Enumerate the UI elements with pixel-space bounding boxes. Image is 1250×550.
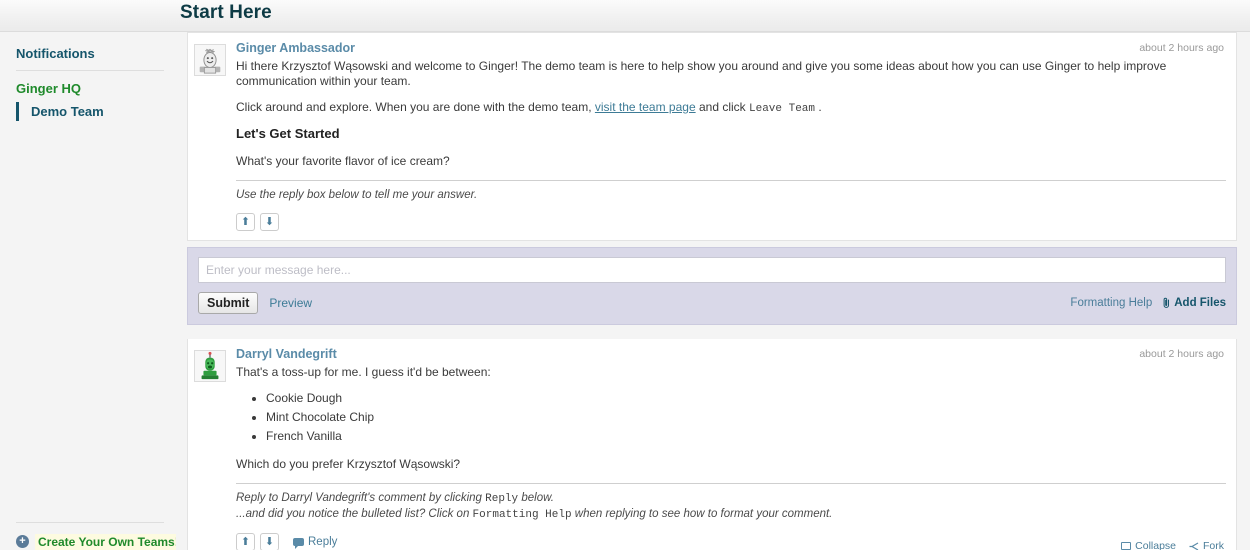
formatting-help-link[interactable]: Formatting Help	[1070, 297, 1152, 309]
arrow-up-icon[interactable]: ⬆	[236, 213, 255, 231]
sidebar-item-demo-team[interactable]: Demo Team	[16, 102, 176, 121]
composer-right-actions: Formatting Help Add Files	[1070, 297, 1226, 309]
arrow-down-icon[interactable]: ⬇	[260, 533, 279, 550]
post-divider	[236, 180, 1226, 181]
post-paragraph-2: Click around and explore. When you are d…	[236, 100, 1226, 117]
sidebar-divider	[16, 70, 164, 71]
post-author-link[interactable]: Darryl Vandegrift	[236, 347, 337, 361]
note-line1-pre: Reply to Darryl Vandegrift's comment by …	[236, 492, 482, 504]
top-header-bar: Start Here	[0, 0, 1250, 32]
sidebar-item-ginger-hq[interactable]: Ginger HQ	[0, 81, 176, 102]
main-content: about 2 hours ago Ginger Ambassador Hi t…	[176, 32, 1250, 550]
arrow-up-icon[interactable]: ⬆	[236, 533, 255, 550]
sidebar: Notifications Ginger HQ Demo Team + Crea…	[0, 32, 176, 550]
add-files-label: Add Files	[1174, 297, 1226, 309]
post-paragraph-1: Hi there Krzysztof Wąsowski and welcome …	[236, 59, 1167, 88]
note-line2-post: when replying to see how to format your …	[574, 508, 833, 520]
list-item: French Vanilla	[266, 427, 1226, 446]
reply-code: Reply	[485, 493, 519, 505]
message-input[interactable]	[198, 257, 1226, 283]
paragraph-2-post: .	[818, 100, 822, 114]
sidebar-item-notifications[interactable]: Notifications	[0, 46, 176, 70]
note-line1-post: below.	[521, 492, 554, 504]
ginger-ambassador-avatar[interactable]	[194, 44, 226, 76]
fork-button[interactable]: Fork	[1189, 540, 1224, 550]
paragraph-2-mid: and click	[698, 100, 746, 114]
flavor-list: Cookie Dough Mint Chocolate Chip French …	[236, 389, 1226, 446]
sidebar-footer-divider	[16, 522, 164, 523]
sidebar-footer: + Create Your Own Teams!	[0, 522, 176, 550]
note-line2-pre: ...and did you notice the bulleted list?…	[236, 508, 470, 520]
preview-link[interactable]: Preview	[269, 296, 312, 310]
post-author-link[interactable]: Ginger Ambassador	[236, 41, 355, 55]
post-ginger-ambassador: about 2 hours ago Ginger Ambassador Hi t…	[187, 32, 1237, 241]
create-your-own-teams-button[interactable]: + Create Your Own Teams!	[16, 533, 176, 550]
arrow-down-icon[interactable]: ⬇	[260, 213, 279, 231]
post-note: Reply to Darryl Vandegrift's comment by …	[236, 491, 1226, 523]
post-body: about 2 hours ago Darryl Vandegrift That…	[230, 347, 1226, 550]
post-question: Which do you prefer Krzysztof Wąsowski?	[236, 457, 461, 471]
plus-circle-icon: +	[16, 535, 29, 548]
avatar-cell	[194, 41, 230, 232]
post-darryl-vandegrift: about 2 hours ago Darryl Vandegrift That…	[187, 339, 1237, 550]
post-actions: ⬆ ⬇	[236, 212, 1226, 232]
formatting-help-code: Formatting Help	[472, 509, 572, 521]
post-right-actions: Collapse Fork	[1121, 540, 1224, 550]
reply-composer: Submit Preview Formatting Help Add Files	[187, 247, 1237, 325]
paragraph-2-pre: Click around and explore. When you are d…	[236, 100, 592, 114]
avatar-cell	[194, 347, 230, 550]
page-title: Start Here	[180, 2, 272, 23]
post-timestamp: about 2 hours ago	[1139, 42, 1224, 54]
post-actions: ⬆ ⬇ Reply Collapse Fork	[236, 532, 1226, 550]
submit-button[interactable]: Submit	[198, 292, 259, 314]
post-subheading: Let's Get Started	[236, 126, 340, 141]
sidebar-team-group: Ginger HQ Demo Team	[0, 81, 176, 121]
darryl-vandegrift-avatar[interactable]	[194, 350, 226, 382]
collapse-label: Collapse	[1135, 540, 1176, 550]
add-files-button[interactable]: Add Files	[1162, 297, 1226, 309]
post-timestamp: about 2 hours ago	[1139, 348, 1224, 360]
post-body: about 2 hours ago Ginger Ambassador Hi t…	[230, 41, 1226, 232]
collapse-button[interactable]: Collapse	[1121, 540, 1176, 550]
speech-bubble-icon	[293, 538, 304, 549]
composer-toolbar: Submit Preview Formatting Help Add Files	[198, 292, 1226, 314]
reply-button[interactable]: Reply	[293, 536, 338, 549]
leave-team-code: Leave Team	[749, 103, 816, 115]
reply-label: Reply	[308, 536, 338, 548]
visit-team-page-link[interactable]: visit the team page	[595, 100, 696, 114]
create-teams-label: Create Your Own Teams!	[35, 533, 176, 550]
paperclip-icon	[1163, 297, 1170, 308]
list-item: Mint Chocolate Chip	[266, 408, 1226, 427]
page-body: Notifications Ginger HQ Demo Team + Crea…	[0, 32, 1250, 550]
post-divider	[236, 483, 1226, 484]
list-item: Cookie Dough	[266, 389, 1226, 408]
monitor-icon	[1121, 542, 1132, 550]
fork-label: Fork	[1203, 540, 1224, 550]
fork-branch-icon	[1189, 541, 1199, 550]
post-question: What's your favorite flavor of ice cream…	[236, 154, 450, 168]
post-note: Use the reply box below to tell me your …	[236, 189, 478, 201]
post-paragraph-1: That's a toss-up for me. I guess it'd be…	[236, 365, 491, 379]
